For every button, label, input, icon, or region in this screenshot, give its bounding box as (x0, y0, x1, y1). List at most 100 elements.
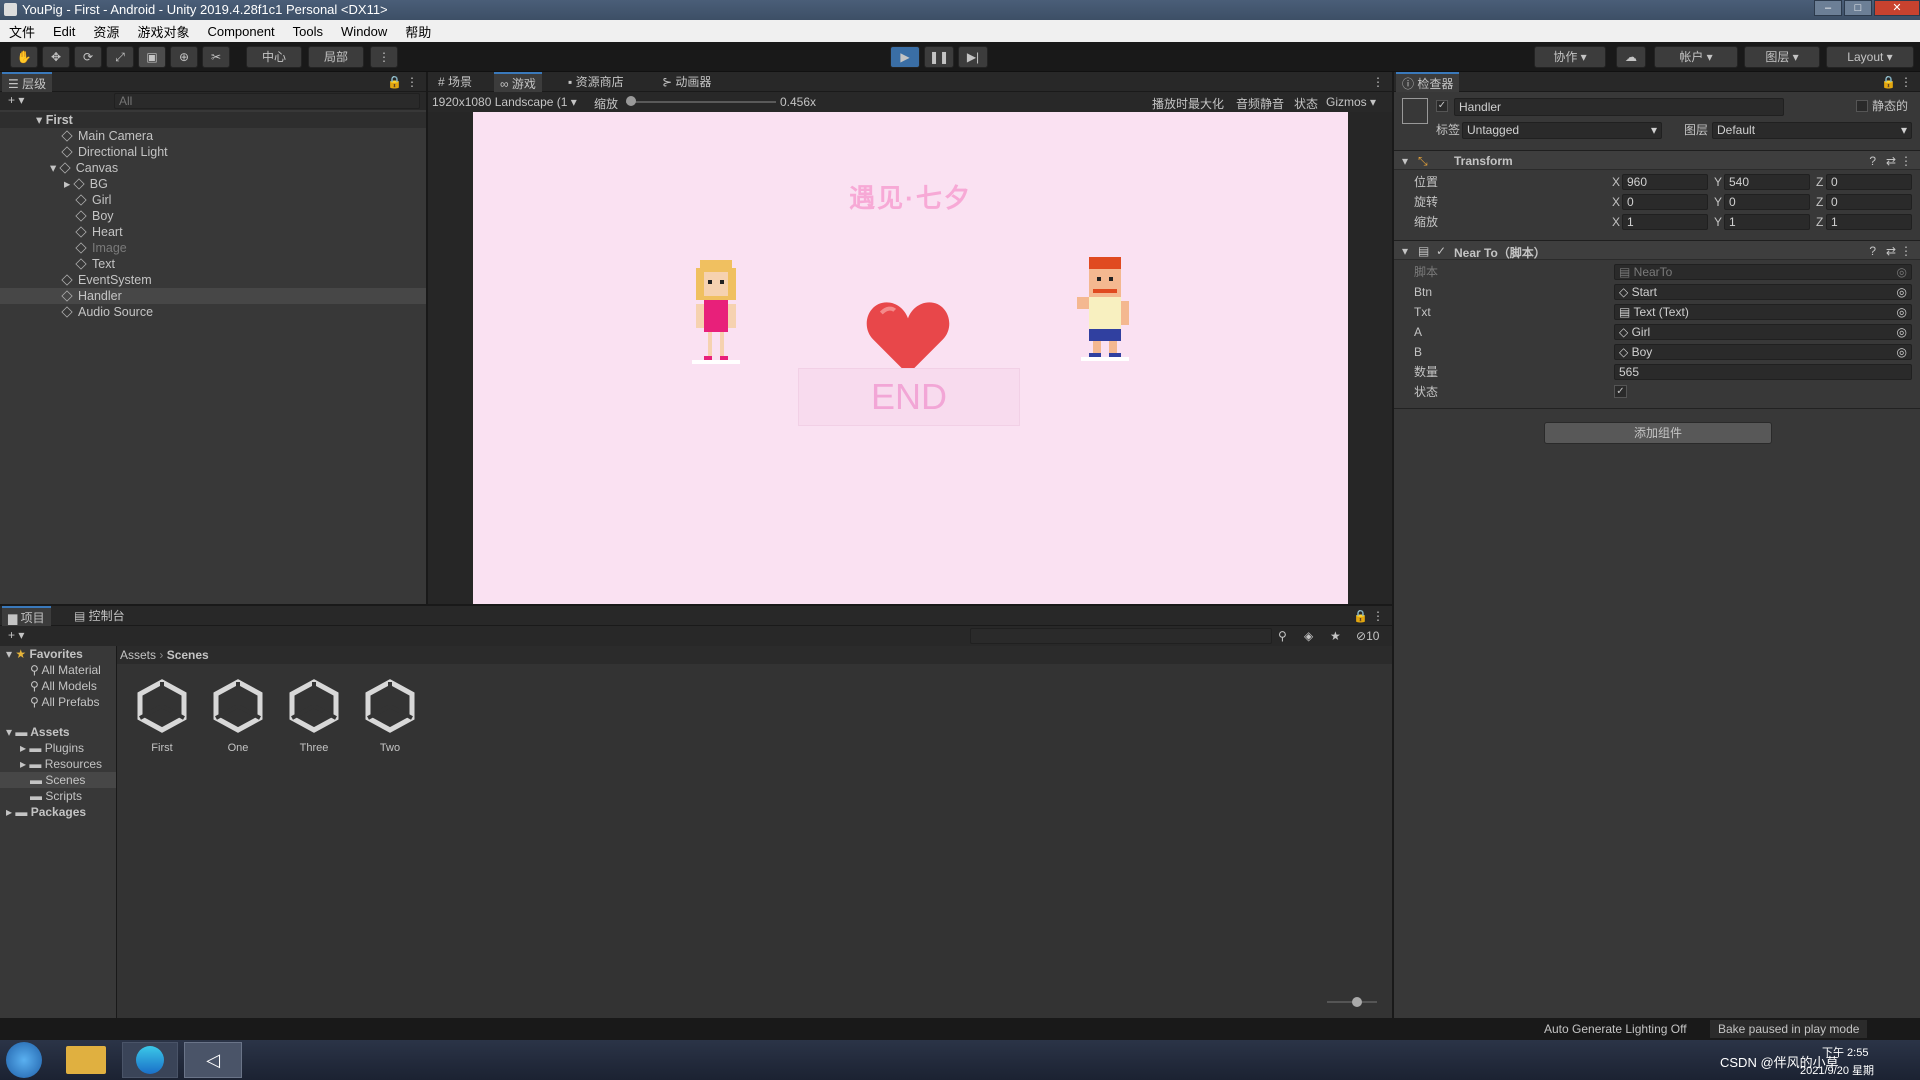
tab-scene[interactable]: # 场景 (432, 72, 478, 92)
menu-window[interactable]: Window (332, 24, 396, 39)
menu-gameobject[interactable]: 游戏对象 (128, 22, 198, 41)
favorite-item[interactable]: ⚲ All Models (30, 678, 97, 694)
object-picker-icon[interactable]: ◎ (1897, 265, 1907, 279)
pause-button[interactable]: ❚❚ (924, 46, 954, 68)
account-dropdown[interactable]: 帐户 ▾ (1654, 46, 1738, 68)
step-button[interactable]: ▶| (958, 46, 988, 68)
scene-asset-icon[interactable] (286, 678, 342, 734)
folder-item[interactable]: ▬ Scripts (30, 788, 82, 804)
maximize-on-play-toggle[interactable]: 播放时最大化 (1152, 95, 1224, 112)
txt-field[interactable]: ▤ Text (Text) ◎ (1614, 304, 1912, 320)
favorite-item[interactable]: ⚲ All Material (30, 662, 101, 678)
tab-hierarchy[interactable]: ☰ 层级 (2, 72, 53, 92)
script-component-header[interactable]: ▾ ▤ ✓ Near To（脚本） ? ⇄ ⋮ (1394, 240, 1920, 260)
object-picker-icon[interactable]: ◎ (1897, 345, 1907, 359)
layer-dropdown[interactable]: Default ▾ (1712, 122, 1912, 139)
lock-icon[interactable]: 🔒 (387, 75, 402, 89)
resolution-dropdown[interactable]: 1920x1080 Landscape (1 ▾ (432, 95, 577, 109)
rotation-y-field[interactable] (1724, 194, 1810, 210)
scene-asset-icon[interactable] (210, 678, 266, 734)
object-picker-icon[interactable]: ◎ (1897, 285, 1907, 299)
hierarchy-item[interactable]: Girl (0, 192, 426, 208)
hierarchy-item-selected[interactable]: Handler (0, 288, 426, 304)
pivot-center-button[interactable]: 中心 (246, 46, 302, 68)
lock-icon[interactable]: 🔒 (1881, 75, 1896, 89)
more-icon[interactable]: ⋮ (1900, 154, 1912, 168)
transform-component-header[interactable]: ▾ ⤡ Transform ? ⇄ ⋮ (1394, 150, 1920, 170)
tab-project[interactable]: ▆ 项目 (2, 606, 51, 626)
hierarchy-item[interactable]: Heart (0, 224, 426, 240)
edge-browser-icon[interactable] (122, 1042, 178, 1078)
tab-animator[interactable]: ⊱ 动画器 (656, 72, 717, 92)
stats-toggle[interactable]: 状态 (1294, 95, 1318, 112)
folder-item-selected[interactable]: ▬ Scenes (0, 772, 116, 788)
more-icon[interactable]: ⋮ (1372, 609, 1384, 623)
minimize-button[interactable]: – (1814, 0, 1842, 16)
add-component-button[interactable]: 添加组件 (1544, 422, 1772, 444)
lock-icon[interactable]: 🔒 (1353, 609, 1368, 623)
clock-time[interactable]: 下午 2:55 (1822, 1044, 1868, 1060)
hierarchy-item[interactable]: ▾ Canvas (0, 160, 426, 176)
breadcrumb-scenes[interactable]: Scenes (167, 648, 209, 662)
script-field[interactable]: ▤ NearTo ◎ (1614, 264, 1912, 280)
scale-slider-thumb[interactable] (626, 96, 636, 106)
bake-status[interactable]: Bake paused in play mode (1710, 1020, 1868, 1038)
search-by-type-icon[interactable]: ⚲ (1278, 629, 1287, 643)
favorite-item[interactable]: ⚲ All Prefabs (30, 694, 100, 710)
hidden-packages-icon[interactable]: ⊘10 (1356, 629, 1379, 643)
more-icon[interactable]: ⋮ (1900, 75, 1912, 89)
rect-tool-icon[interactable]: ▣ (138, 46, 166, 68)
scale-slider[interactable] (626, 101, 776, 103)
object-picker-icon[interactable]: ◎ (1897, 325, 1907, 339)
scene-asset-icon[interactable] (134, 678, 190, 734)
more-icon[interactable]: ⋮ (1900, 244, 1912, 258)
position-y-field[interactable] (1724, 174, 1810, 190)
scale-tool-icon[interactable]: ⤢ (106, 46, 134, 68)
hierarchy-item[interactable]: Boy (0, 208, 426, 224)
mute-audio-toggle[interactable]: 音频静音 (1236, 95, 1284, 112)
folder-item[interactable]: ▸ ▬ Plugins (20, 740, 84, 756)
tab-console[interactable]: ▤ 控制台 (68, 606, 131, 626)
menu-tools[interactable]: Tools (284, 24, 332, 39)
start-button-icon[interactable] (6, 1042, 42, 1078)
rotation-x-field[interactable] (1622, 194, 1708, 210)
menu-file[interactable]: 文件 (0, 22, 44, 41)
rotation-z-field[interactable] (1826, 194, 1912, 210)
menu-component[interactable]: Component (198, 24, 283, 39)
more-icon[interactable]: ⋮ (1372, 75, 1384, 89)
hand-tool-icon[interactable]: ✋ (10, 46, 38, 68)
scale-z-field[interactable] (1826, 214, 1912, 230)
scale-x-field[interactable] (1622, 214, 1708, 230)
help-icon[interactable]: ? (1869, 244, 1876, 258)
packages-row[interactable]: ▸ ▬ Packages (6, 804, 86, 820)
close-button[interactable]: ✕ (1874, 0, 1920, 16)
lighting-status[interactable]: Auto Generate Lighting Off (1544, 1018, 1687, 1040)
folder-item[interactable]: ▸ ▬ Resources (20, 756, 102, 772)
more-icon[interactable]: ⋮ (406, 75, 418, 89)
hierarchy-item[interactable]: ▸ BG (0, 176, 426, 192)
create-plus-icon[interactable]: + ▾ (8, 628, 24, 642)
preset-icon[interactable]: ⇄ (1886, 154, 1896, 168)
btn-field[interactable]: ◇ Start ◎ (1614, 284, 1912, 300)
b-field[interactable]: ◇ Boy ◎ (1614, 344, 1912, 360)
end-button[interactable]: END (798, 368, 1020, 426)
tab-inspector[interactable]: ⓘ 检查器 (1396, 72, 1460, 92)
play-button[interactable]: ▶ (890, 46, 920, 68)
favorite-star-icon[interactable]: ★ (1330, 629, 1341, 643)
count-field[interactable] (1614, 364, 1912, 380)
favorites-row[interactable]: ▾ ★ Favorites (6, 646, 83, 662)
tab-game[interactable]: ∞ 游戏 (494, 72, 542, 92)
gizmos-dropdown[interactable]: Gizmos ▾ (1326, 95, 1376, 109)
hierarchy-item[interactable]: Text (0, 256, 426, 272)
icon-size-slider-thumb[interactable] (1352, 997, 1362, 1007)
help-icon[interactable]: ? (1869, 154, 1876, 168)
collab-dropdown[interactable]: 协作 ▾ (1534, 46, 1606, 68)
breadcrumb-assets[interactable]: Assets (120, 648, 156, 662)
search-by-label-icon[interactable]: ◈ (1304, 629, 1313, 643)
position-x-field[interactable] (1622, 174, 1708, 190)
state-checkbox[interactable]: ✓ (1614, 385, 1627, 398)
hierarchy-item[interactable]: Directional Light (0, 144, 426, 160)
file-explorer-icon[interactable] (66, 1046, 106, 1074)
layers-dropdown[interactable]: 图层 ▾ (1744, 46, 1820, 68)
menu-edit[interactable]: Edit (44, 24, 84, 39)
